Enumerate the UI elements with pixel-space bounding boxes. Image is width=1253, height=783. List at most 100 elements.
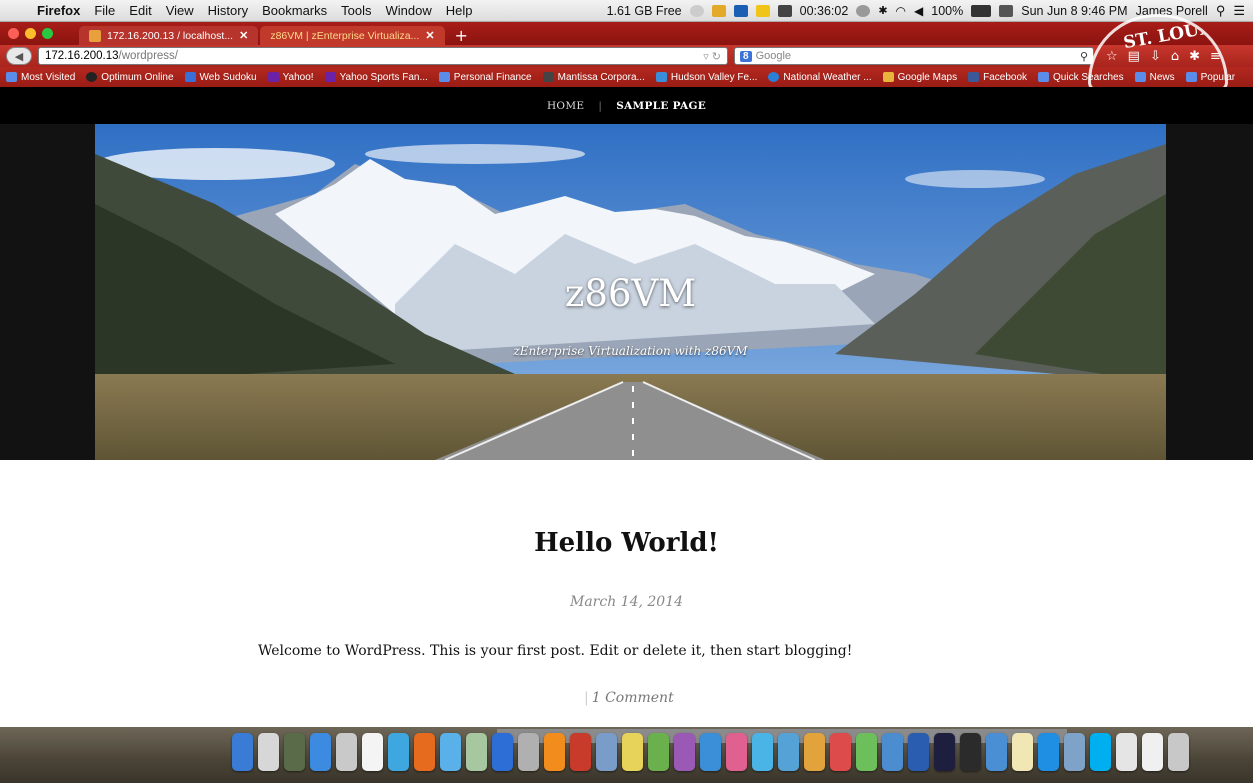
- url-path: /wordpress/: [118, 50, 178, 62]
- minimize-window-button[interactable]: [25, 28, 36, 39]
- back-button[interactable]: ◀: [6, 47, 32, 65]
- macos-menu-bar: Firefox File Edit View History Bookmarks…: [0, 0, 1253, 22]
- nav-home[interactable]: HOME: [547, 100, 584, 112]
- ibm-terminal-icon[interactable]: [934, 733, 955, 771]
- menu-view[interactable]: View: [159, 3, 201, 18]
- close-tab-icon[interactable]: ✕: [239, 29, 248, 42]
- disk-free-status[interactable]: 1.61 GB Free: [607, 4, 682, 18]
- skype-icon[interactable]: [1090, 733, 1111, 771]
- bookmark-personal-finance[interactable]: Personal Finance: [438, 72, 532, 83]
- outlook-icon[interactable]: [1038, 733, 1059, 771]
- close-window-button[interactable]: [8, 28, 19, 39]
- bookmark-most-visited[interactable]: Most Visited: [6, 72, 75, 83]
- bookmark-facebook[interactable]: Facebook: [968, 72, 1027, 83]
- url-bar[interactable]: 172.16.200.13 /wordpress/ ▿ ↻: [38, 47, 728, 65]
- reminders-icon[interactable]: [830, 733, 851, 771]
- finder-icon[interactable]: [232, 733, 253, 771]
- shield-status-icon[interactable]: [777, 4, 792, 17]
- zoom-window-button[interactable]: [42, 28, 53, 39]
- post-title[interactable]: Hello World!: [0, 528, 1253, 558]
- timer-status[interactable]: 00:36:02: [800, 4, 849, 18]
- checkmark-status-icon[interactable]: [755, 4, 770, 17]
- menu-help[interactable]: Help: [439, 3, 480, 18]
- terminal-icon[interactable]: [960, 733, 981, 771]
- nav-sample-page[interactable]: SAMPLE PAGE: [616, 100, 706, 112]
- preview-icon[interactable]: [466, 733, 487, 771]
- menu-window[interactable]: Window: [379, 3, 439, 18]
- bluetooth-icon[interactable]: ✱: [878, 4, 887, 17]
- activity-monitor-icon[interactable]: [856, 733, 877, 771]
- tab-phpmyadmin[interactable]: 172.16.200.13 / localhost... ✕: [79, 26, 259, 45]
- menu-edit[interactable]: Edit: [122, 3, 158, 18]
- site-title[interactable]: z86VM: [95, 272, 1166, 315]
- bookmark-web-sudoku[interactable]: Web Sudoku: [184, 72, 257, 83]
- textedit-icon[interactable]: [1012, 733, 1033, 771]
- magnifier-icon[interactable]: [1064, 733, 1085, 771]
- launchpad-icon[interactable]: [258, 733, 279, 771]
- bookmark-yahoo[interactable]: Yahoo!: [267, 72, 314, 83]
- bookmark-national-weather[interactable]: National Weather ...: [768, 72, 872, 83]
- facetime-icon[interactable]: [882, 733, 903, 771]
- spotlight-search-icon[interactable]: ⚲: [1216, 3, 1226, 19]
- google-engine-icon[interactable]: 8: [740, 50, 752, 62]
- photobooth-icon[interactable]: [570, 733, 591, 771]
- blue-app-icon[interactable]: [908, 733, 929, 771]
- menu-bookmarks[interactable]: Bookmarks: [255, 3, 334, 18]
- safari-icon[interactable]: [388, 733, 409, 771]
- kindle-icon[interactable]: [778, 733, 799, 771]
- bookmark-yahoo-sports[interactable]: Yahoo Sports Fan...: [324, 72, 428, 83]
- menu-file[interactable]: File: [87, 3, 122, 18]
- bookmark-label: Google Maps: [897, 71, 958, 83]
- pages-icon[interactable]: [700, 733, 721, 771]
- notepad-icon[interactable]: [804, 733, 825, 771]
- calendar-icon[interactable]: [362, 733, 383, 771]
- notes-icon[interactable]: [622, 733, 643, 771]
- menu-history[interactable]: History: [201, 3, 255, 18]
- search-icon[interactable]: ⚲: [1080, 50, 1088, 63]
- lock-status-icon[interactable]: [711, 4, 726, 17]
- notification-center-icon[interactable]: ☰: [1233, 3, 1245, 19]
- bookmark-google-maps[interactable]: Google Maps: [882, 71, 958, 83]
- window-controls: [8, 22, 53, 45]
- ibooks-icon[interactable]: [544, 733, 565, 771]
- keynote-icon[interactable]: [674, 733, 695, 771]
- menu-tools[interactable]: Tools: [334, 3, 378, 18]
- comments-count[interactable]: 1 Comment: [592, 690, 674, 706]
- photos-icon[interactable]: [986, 733, 1007, 771]
- dropbox-icon[interactable]: [752, 733, 773, 771]
- messages-icon[interactable]: [440, 733, 461, 771]
- clock-status-icon[interactable]: [689, 4, 704, 17]
- new-tab-button[interactable]: +: [447, 26, 476, 45]
- close-tab-icon[interactable]: ✕: [425, 29, 434, 42]
- clock-datetime[interactable]: Sun Jun 8 9:46 PM: [1021, 4, 1127, 18]
- itunes-icon[interactable]: [492, 733, 513, 771]
- mail-icon[interactable]: [336, 733, 357, 771]
- battery-icon[interactable]: [971, 4, 992, 17]
- time-machine-icon[interactable]: [856, 4, 871, 17]
- header-image[interactable]: z86VM zEnterprise Virtualization with z8…: [95, 124, 1166, 460]
- menu-app-name[interactable]: Firefox: [30, 3, 87, 18]
- mission-control-icon[interactable]: [284, 733, 305, 771]
- downloads-stack-icon[interactable]: [1142, 733, 1163, 771]
- tab-z86vm[interactable]: z86VM | zEnterprise Virtualiza... ✕: [260, 26, 445, 45]
- trash-icon[interactable]: [1168, 733, 1189, 771]
- post-comments-link[interactable]: | 1 Comment: [584, 690, 784, 706]
- bookmark-optimum-online[interactable]: Optimum Online: [86, 72, 174, 83]
- battery-percent[interactable]: 100%: [931, 4, 963, 18]
- image-capture-icon[interactable]: [596, 733, 617, 771]
- iphoto-icon[interactable]: [518, 733, 539, 771]
- reload-icon[interactable]: ▿ ↻: [703, 50, 721, 63]
- post-date[interactable]: March 14, 2014: [0, 594, 1253, 610]
- bookmark-hudson-valley[interactable]: Hudson Valley Fe...: [655, 72, 757, 83]
- numbers-icon[interactable]: [648, 733, 669, 771]
- drive-status-icon[interactable]: [733, 4, 748, 17]
- document-icon[interactable]: [1116, 733, 1137, 771]
- volume-icon[interactable]: ◀: [914, 4, 923, 18]
- bookmark-mantissa[interactable]: Mantissa Corpora...: [542, 72, 645, 83]
- app-store-icon[interactable]: [310, 733, 331, 771]
- video-icon[interactable]: [726, 733, 747, 771]
- display-icon[interactable]: [999, 4, 1014, 17]
- search-bar[interactable]: 8 Google ⚲: [734, 47, 1094, 65]
- firefox-icon[interactable]: [414, 733, 435, 771]
- wifi-icon[interactable]: ◠: [896, 4, 906, 18]
